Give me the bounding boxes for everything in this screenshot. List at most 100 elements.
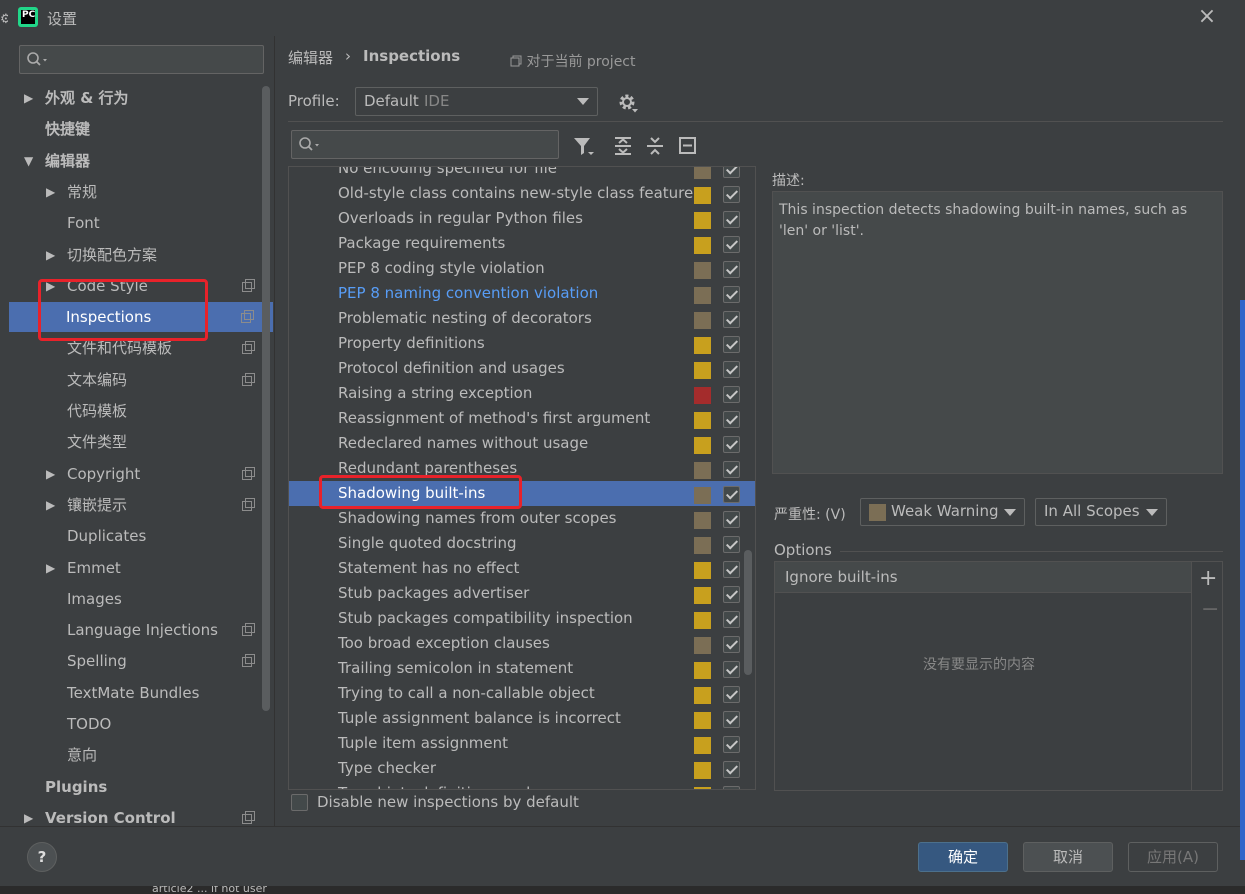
severity-swatch (694, 637, 711, 654)
inspection-row[interactable]: Shadowing names from outer scopes (289, 506, 755, 531)
chevron-right-icon[interactable]: ▶ (46, 177, 55, 207)
filter-icon[interactable] (572, 134, 596, 158)
inspection-row[interactable]: Stub packages advertiser (289, 581, 755, 606)
inspection-checkbox[interactable] (723, 336, 740, 353)
settings-search-input[interactable] (19, 45, 264, 74)
inspection-checkbox[interactable] (723, 511, 740, 528)
inspection-row[interactable]: Too broad exception clauses (289, 631, 755, 656)
sidebar-item[interactable]: Font (10, 208, 274, 238)
inspection-checkbox[interactable] (723, 711, 740, 728)
inspection-row[interactable]: Trying to call a non-callable object (289, 681, 755, 706)
inspection-row[interactable]: No encoding specified for file (289, 167, 755, 181)
gear-icon[interactable] (617, 92, 639, 114)
inspection-row[interactable]: PEP 8 coding style violation (289, 256, 755, 281)
sidebar-item[interactable]: 文本编码 (10, 365, 274, 395)
inspection-checkbox[interactable] (723, 661, 740, 678)
inspection-row[interactable]: Package requirements (289, 231, 755, 256)
chevron-down-icon[interactable]: ▼ (24, 146, 33, 176)
inspection-checkbox[interactable] (723, 486, 740, 503)
inspection-checkbox[interactable] (723, 311, 740, 328)
sidebar-item[interactable]: 快捷键 (10, 114, 274, 144)
inspection-row[interactable]: Property definitions (289, 331, 755, 356)
inspection-row[interactable]: Reassignment of method's first argument (289, 406, 755, 431)
inspection-checkbox[interactable] (723, 461, 740, 478)
severity-dropdown[interactable]: Weak Warning (860, 498, 1025, 526)
inspection-checkbox[interactable] (723, 211, 740, 228)
inspection-row[interactable]: PEP 8 naming convention violation (289, 281, 755, 306)
inspection-checkbox[interactable] (723, 686, 740, 703)
disable-new-inspections-checkbox[interactable] (291, 794, 308, 811)
sidebar-item[interactable]: ▶ 常规 (10, 177, 274, 207)
collapse-all-icon[interactable] (643, 134, 667, 158)
sidebar-item[interactable]: ▶ 镶嵌提示 (10, 490, 274, 520)
inspection-checkbox[interactable] (723, 436, 740, 453)
sidebar-item[interactable]: ▼ 编辑器 (10, 146, 274, 176)
list-scrollbar[interactable] (744, 550, 752, 675)
sidebar-item[interactable]: 代码模板 (10, 396, 274, 426)
inspection-row[interactable]: Single quoted docstring (289, 531, 755, 556)
sidebar-item[interactable]: ▶ 外观 & 行为 (10, 83, 274, 113)
sidebar-item[interactable]: TextMate Bundles (10, 678, 274, 708)
scope-dropdown[interactable]: In All Scopes (1035, 498, 1167, 526)
inspection-row[interactable]: Raising a string exception (289, 381, 755, 406)
sidebar-item[interactable]: Plugins (10, 772, 274, 802)
sidebar-item[interactable]: Language Injections (10, 615, 274, 645)
reset-icon[interactable] (676, 134, 700, 158)
inspection-checkbox[interactable] (723, 167, 740, 178)
cancel-button[interactable]: 取消 (1023, 842, 1113, 872)
inspection-row[interactable]: Trailing semicolon in statement (289, 656, 755, 681)
inspection-checkbox[interactable] (723, 286, 740, 303)
chevron-right-icon[interactable]: ▶ (46, 490, 55, 520)
inspection-checkbox[interactable] (723, 786, 740, 789)
sidebar-item[interactable]: 文件类型 (10, 427, 274, 457)
inspection-row[interactable]: Stub packages compatibility inspection (289, 606, 755, 631)
inspection-row[interactable]: Overloads in regular Python files (289, 206, 755, 231)
sidebar-item[interactable]: ▶ Emmet (10, 553, 274, 583)
inspection-checkbox[interactable] (723, 586, 740, 603)
inspection-name: Trying to call a non-callable object (338, 684, 595, 702)
sidebar-item[interactable]: TODO (10, 709, 274, 739)
nav-scrollbar[interactable] (262, 86, 270, 711)
inspection-row[interactable]: Protocol definition and usages (289, 356, 755, 381)
sidebar-item[interactable]: ▶ Copyright (10, 459, 274, 489)
inspection-row[interactable]: Problematic nesting of decorators (289, 306, 755, 331)
sidebar-item[interactable]: Duplicates (10, 521, 274, 551)
help-button[interactable]: ? (27, 842, 57, 872)
add-icon[interactable]: + (1199, 566, 1217, 591)
profile-dropdown[interactable]: Default IDE (355, 87, 598, 116)
inspection-row[interactable]: Type checker (289, 756, 755, 781)
breadcrumb-parent[interactable]: 编辑器 (288, 47, 333, 68)
inspection-checkbox[interactable] (723, 186, 740, 203)
inspection-row[interactable]: Type hints definitions and usages (289, 781, 755, 789)
inspection-checkbox[interactable] (723, 261, 740, 278)
inspection-search-input[interactable] (291, 130, 559, 159)
chevron-right-icon[interactable]: ▶ (46, 240, 55, 270)
expand-all-icon[interactable] (611, 134, 635, 158)
inspection-checkbox[interactable] (723, 636, 740, 653)
sidebar-item[interactable]: Spelling (10, 646, 274, 676)
inspection-row[interactable]: Redeclared names without usage (289, 431, 755, 456)
inspection-row[interactable]: Tuple assignment balance is incorrect (289, 706, 755, 731)
inspection-checkbox[interactable] (723, 236, 740, 253)
ok-button[interactable]: 确定 (918, 842, 1008, 872)
severity-value: Weak Warning (891, 502, 999, 520)
inspection-checkbox[interactable] (723, 611, 740, 628)
chevron-right-icon[interactable]: ▶ (46, 459, 55, 489)
sidebar-item[interactable]: 意向 (10, 740, 274, 770)
inspection-checkbox[interactable] (723, 361, 740, 378)
inspection-row[interactable]: Tuple item assignment (289, 731, 755, 756)
sidebar-item[interactable]: ▶ 切换配色方案 (10, 240, 274, 270)
inspection-checkbox[interactable] (723, 736, 740, 753)
inspection-checkbox[interactable] (723, 411, 740, 428)
close-button[interactable]: × (1196, 6, 1218, 29)
chevron-right-icon[interactable]: ▶ (46, 553, 55, 583)
inspection-checkbox[interactable] (723, 536, 740, 553)
inspection-row[interactable]: Statement has no effect (289, 556, 755, 581)
chevron-right-icon[interactable]: ▶ (24, 83, 33, 113)
inspection-checkbox[interactable] (723, 386, 740, 403)
remove-icon: − (1201, 597, 1220, 622)
inspection-checkbox[interactable] (723, 561, 740, 578)
sidebar-item[interactable]: Images (10, 584, 274, 614)
inspection-checkbox[interactable] (723, 761, 740, 778)
inspection-row[interactable]: Old-style class contains new-style class… (289, 181, 755, 206)
